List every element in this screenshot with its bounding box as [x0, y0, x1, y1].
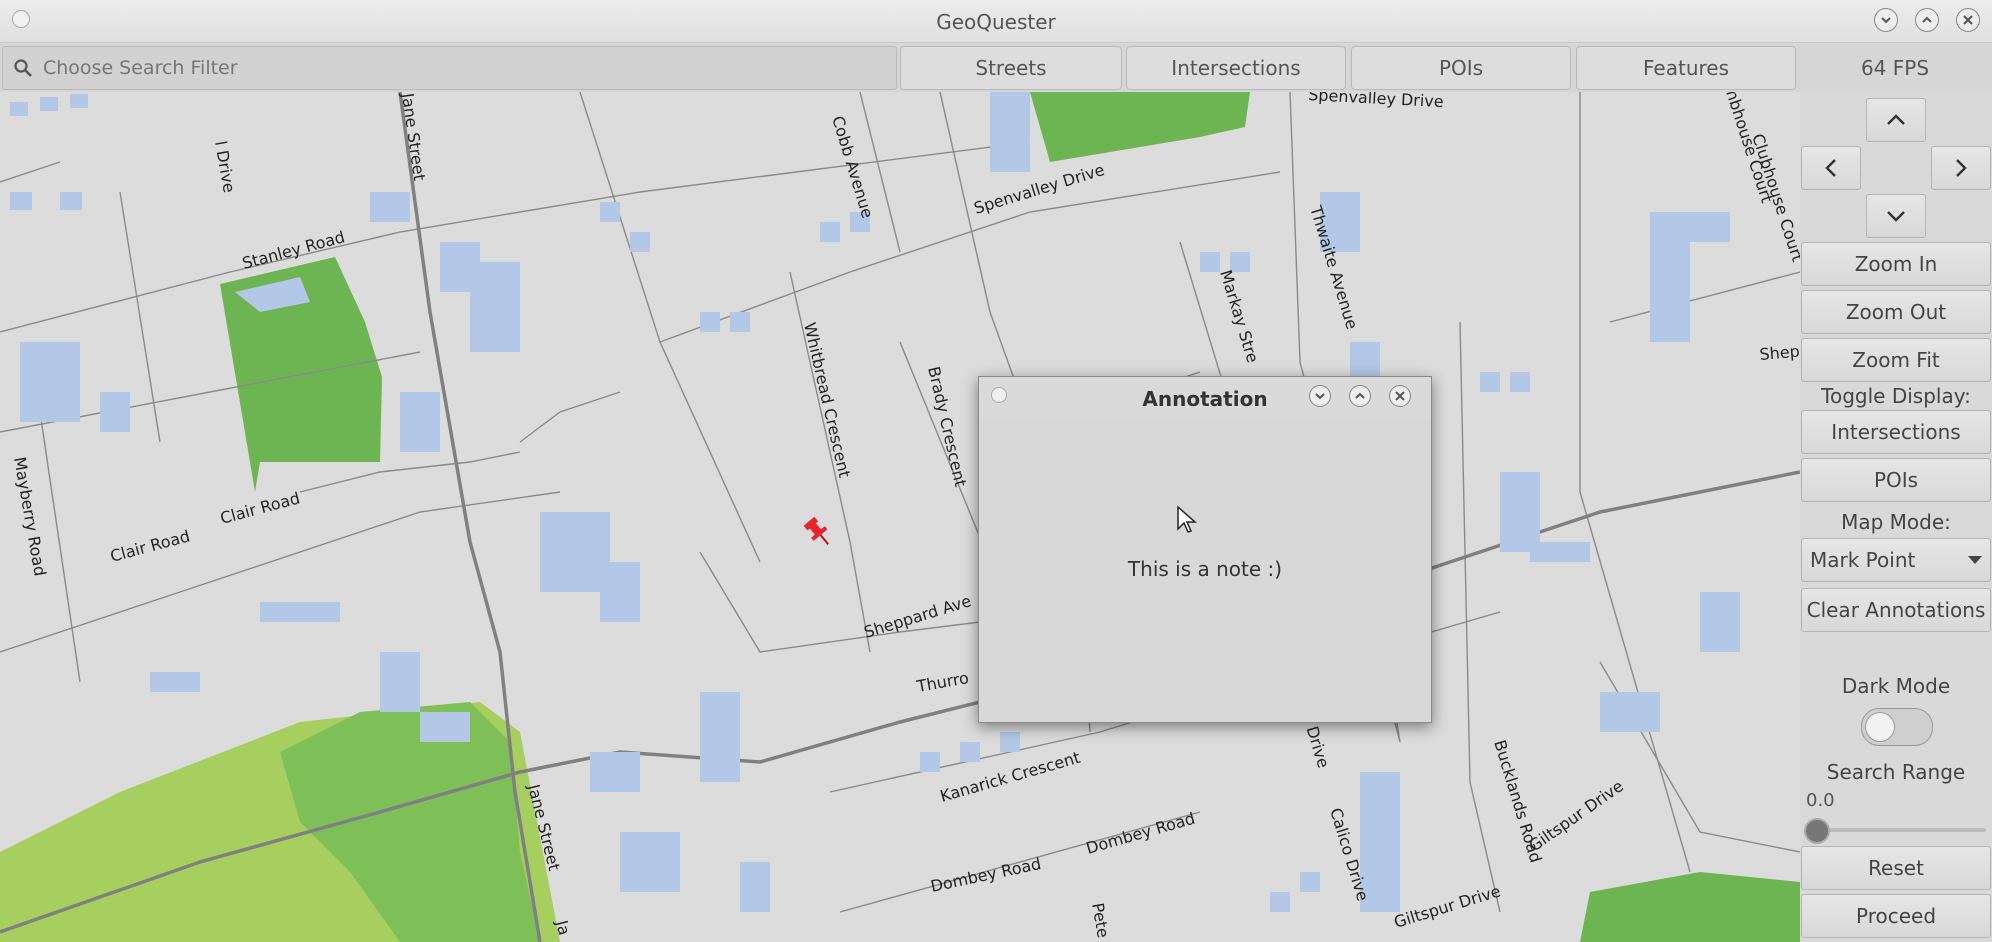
search-input[interactable]	[41, 47, 885, 89]
toggle-intersections-button[interactable]: Intersections	[1801, 410, 1991, 454]
maximize-button[interactable]	[1915, 8, 1939, 32]
fps-counter: 64 FPS	[1860, 56, 1930, 80]
chevron-up-icon	[1355, 392, 1365, 399]
mouse-cursor-icon	[1177, 505, 1197, 533]
reset-button[interactable]: Reset	[1801, 846, 1991, 890]
annotation-note: This is a note :)	[1127, 557, 1283, 581]
window-titlebar: GeoQuester	[0, 0, 1992, 43]
map-mode-value: Mark Point	[1810, 548, 1916, 572]
tab-streets[interactable]: Streets	[900, 46, 1122, 90]
chevron-up-icon	[1922, 16, 1932, 23]
close-icon	[1395, 391, 1405, 401]
pan-down-button[interactable]	[1866, 194, 1926, 238]
toolbar: Streets Intersections POIs Features 64 F…	[0, 44, 1992, 92]
close-icon	[1963, 15, 1973, 25]
chevron-down-icon	[1881, 17, 1891, 24]
close-button[interactable]	[1956, 8, 1980, 32]
proceed-button[interactable]: Proceed	[1801, 894, 1991, 938]
slider-handle[interactable]	[1804, 818, 1830, 844]
dropdown-arrow-icon	[1968, 556, 1982, 564]
chevron-right-icon	[1956, 159, 1967, 177]
toggle-knob	[1865, 712, 1895, 742]
chevron-up-icon	[1887, 114, 1905, 125]
pan-up-button[interactable]	[1866, 98, 1926, 142]
zoom-out-button[interactable]: Zoom Out	[1801, 290, 1991, 334]
street-label: Shep	[1759, 342, 1800, 364]
dialog-minimize-button[interactable]	[1309, 385, 1331, 407]
chevron-left-icon	[1825, 159, 1836, 177]
tab-intersections[interactable]: Intersections	[1126, 46, 1346, 90]
dialog-close-button[interactable]	[1389, 385, 1411, 407]
map-svg[interactable]: l Drive Jane Street Stanley Road Cobb Av…	[0, 92, 1800, 942]
search-box[interactable]	[2, 46, 897, 90]
window-title: GeoQuester	[936, 10, 1056, 34]
dialog-maximize-button[interactable]	[1349, 385, 1371, 407]
dark-mode-toggle[interactable]	[1861, 708, 1933, 746]
control-panel: Zoom In Zoom Out Zoom Fit Toggle Display…	[1800, 92, 1992, 942]
clear-annotations-button[interactable]: Clear Annotations	[1801, 588, 1991, 632]
map-mode-select[interactable]: Mark Point	[1801, 538, 1991, 582]
toggle-pois-button[interactable]: POIs	[1801, 458, 1991, 502]
map-mode-label: Map Mode:	[1841, 510, 1951, 534]
tab-features[interactable]: Features	[1576, 46, 1796, 90]
search-range-label: Search Range	[1826, 760, 1966, 784]
pan-right-button[interactable]	[1931, 146, 1991, 190]
search-icon	[14, 59, 32, 77]
map-canvas[interactable]: l Drive Jane Street Stanley Road Cobb Av…	[0, 92, 1800, 942]
dialog-titlebar: Annotation	[979, 377, 1431, 419]
search-range-slider[interactable]	[1804, 818, 1986, 844]
toggle-display-label: Toggle Display:	[1821, 384, 1971, 408]
zoom-in-button[interactable]: Zoom In	[1801, 242, 1991, 286]
dark-mode-label: Dark Mode	[1841, 674, 1951, 698]
search-range-value: 0.0	[1806, 790, 1835, 811]
annotation-dialog: Annotation This is a note :)	[978, 376, 1432, 723]
pan-left-button[interactable]	[1801, 146, 1861, 190]
zoom-fit-button[interactable]: Zoom Fit	[1801, 338, 1991, 382]
chevron-down-icon	[1887, 211, 1905, 222]
minimize-button[interactable]	[1874, 8, 1898, 32]
chevron-down-icon	[1315, 393, 1325, 400]
tab-pois[interactable]: POIs	[1351, 46, 1571, 90]
